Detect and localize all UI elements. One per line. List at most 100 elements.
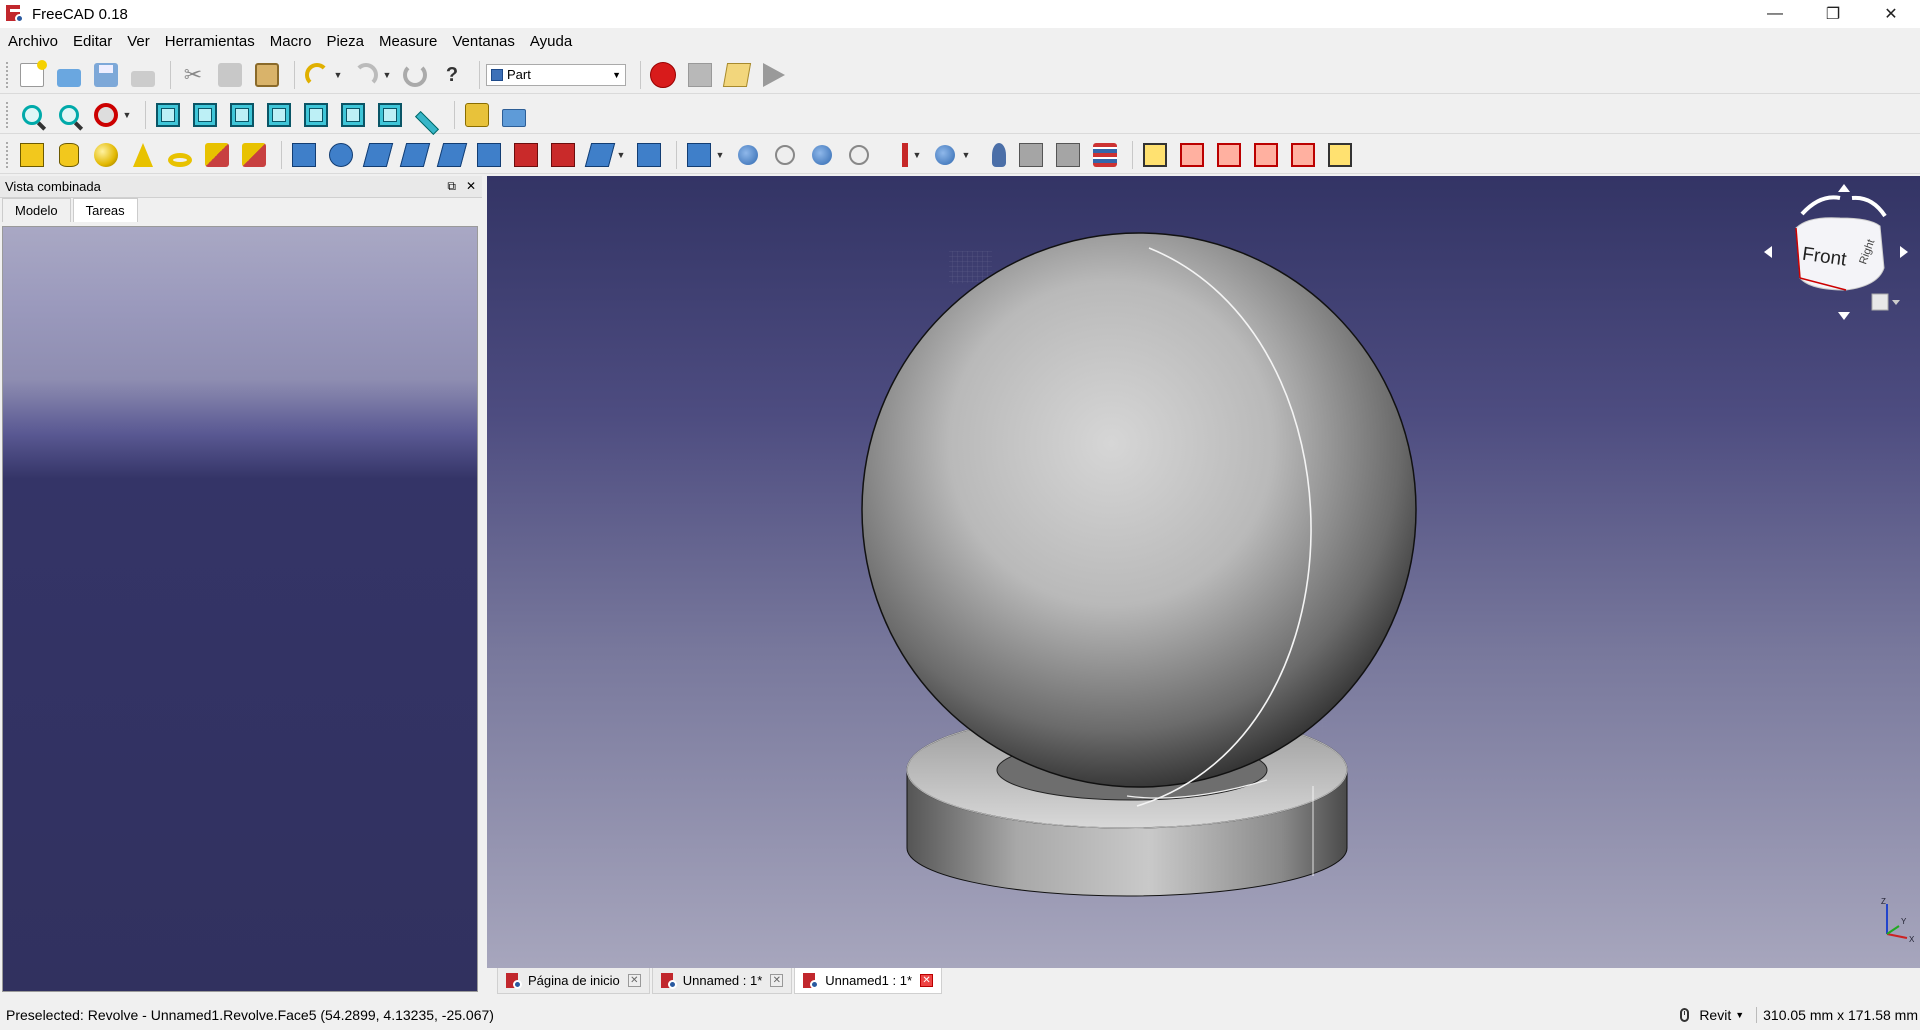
isometric-view-button[interactable] bbox=[152, 99, 184, 131]
macro-stop-button[interactable] bbox=[684, 59, 716, 91]
cut-shape-button[interactable] bbox=[769, 139, 801, 171]
toolbar-grip[interactable] bbox=[6, 101, 10, 128]
fillet-button[interactable] bbox=[399, 139, 431, 171]
undock-icon[interactable]: ⧉ bbox=[447, 179, 456, 194]
tab-unnamed[interactable]: Unnamed : 1* ✕ bbox=[651, 968, 793, 994]
right-view-button[interactable] bbox=[263, 99, 295, 131]
print-button[interactable] bbox=[127, 59, 159, 91]
whats-this-button[interactable]: ? bbox=[436, 59, 468, 91]
measure-angular-button[interactable] bbox=[1176, 139, 1208, 171]
3d-viewport[interactable]: Front Right Z X Y bbox=[487, 176, 1920, 968]
navigation-style-selector[interactable]: Revit ▼ bbox=[1680, 1007, 1744, 1023]
close-tab-icon[interactable]: ✕ bbox=[920, 974, 934, 987]
measure-toggle-all-button[interactable] bbox=[1287, 139, 1319, 171]
menu-ver[interactable]: Ver bbox=[121, 30, 156, 54]
sphere-solid[interactable] bbox=[861, 232, 1417, 788]
cone-button[interactable] bbox=[127, 139, 159, 171]
save-button[interactable] bbox=[90, 59, 122, 91]
menu-measure[interactable]: Measure bbox=[373, 30, 443, 54]
menu-herramientas[interactable]: Herramientas bbox=[159, 30, 261, 54]
measure-toggle-3d-button[interactable] bbox=[1324, 139, 1356, 171]
draw-style-button[interactable] bbox=[90, 99, 122, 131]
top-view-button[interactable] bbox=[226, 99, 258, 131]
redo-dropdown[interactable]: ▼ bbox=[381, 59, 393, 91]
common-button[interactable] bbox=[843, 139, 875, 171]
tab-tareas[interactable]: Tareas bbox=[72, 198, 138, 222]
undo-dropdown[interactable]: ▼ bbox=[332, 59, 344, 91]
menu-macro[interactable]: Macro bbox=[264, 30, 318, 54]
fuse-button[interactable] bbox=[806, 139, 838, 171]
sweep-button[interactable] bbox=[584, 139, 616, 171]
menu-ayuda[interactable]: Ayuda bbox=[524, 30, 578, 54]
join-button[interactable] bbox=[880, 139, 912, 171]
cylinder-button[interactable] bbox=[53, 139, 85, 171]
mouse-icon bbox=[1680, 1008, 1690, 1022]
refresh-button[interactable] bbox=[399, 59, 431, 91]
chamfer-button[interactable] bbox=[436, 139, 468, 171]
tab-unnamed1[interactable]: Unnamed1 : 1* ✕ bbox=[794, 968, 943, 994]
measure-refresh-button[interactable] bbox=[1213, 139, 1245, 171]
front-view-button[interactable] bbox=[189, 99, 221, 131]
macro-execute-button[interactable] bbox=[758, 59, 790, 91]
cross-sections-button[interactable] bbox=[1089, 139, 1121, 171]
make-face-button[interactable] bbox=[473, 139, 505, 171]
copy-button[interactable] bbox=[214, 59, 246, 91]
fit-all-button[interactable] bbox=[16, 99, 48, 131]
macro-edit-button[interactable] bbox=[721, 59, 753, 91]
open-button[interactable] bbox=[53, 59, 85, 91]
toolbar-grip[interactable] bbox=[6, 141, 10, 168]
close-tab-icon[interactable]: ✕ bbox=[627, 974, 641, 987]
tab-start-page[interactable]: Página de inicio ✕ bbox=[497, 968, 650, 994]
primitives-button[interactable] bbox=[238, 139, 270, 171]
restore-button[interactable]: ❐ bbox=[1804, 0, 1862, 28]
mirror-button[interactable] bbox=[362, 139, 394, 171]
measure-clear-button[interactable] bbox=[1250, 139, 1282, 171]
minimize-button[interactable]: — bbox=[1746, 0, 1804, 28]
ruled-surface-button[interactable] bbox=[510, 139, 542, 171]
measure-linear-button[interactable] bbox=[1139, 139, 1171, 171]
check-geometry-button[interactable] bbox=[978, 139, 1010, 171]
close-panel-icon[interactable]: ✕ bbox=[466, 179, 476, 194]
macro-record-button[interactable] bbox=[647, 59, 679, 91]
tab-modelo[interactable]: Modelo bbox=[2, 198, 71, 222]
new-document-button[interactable] bbox=[16, 59, 48, 91]
menu-editar[interactable]: Editar bbox=[67, 30, 118, 54]
sweep-dropdown[interactable]: ▼ bbox=[615, 139, 627, 171]
toolbar-grip[interactable] bbox=[6, 61, 10, 88]
compound-dropdown[interactable]: ▼ bbox=[714, 139, 726, 171]
loft-button[interactable] bbox=[547, 139, 579, 171]
workbench-selector[interactable]: Part ▼ bbox=[486, 63, 626, 86]
offset-button[interactable] bbox=[633, 139, 665, 171]
close-tab-icon[interactable]: ✕ bbox=[770, 974, 784, 987]
fit-selection-button[interactable] bbox=[53, 99, 85, 131]
navigation-cube[interactable]: Front Right bbox=[1760, 182, 1910, 322]
torus-button[interactable] bbox=[164, 139, 196, 171]
menu-ventanas[interactable]: Ventanas bbox=[446, 30, 521, 54]
create-part-button[interactable] bbox=[461, 99, 493, 131]
compound-button[interactable] bbox=[683, 139, 715, 171]
measure-distance-button[interactable] bbox=[411, 99, 443, 135]
join-dropdown[interactable]: ▼ bbox=[911, 139, 923, 171]
cut-button[interactable]: ✂ bbox=[177, 59, 209, 91]
create-group-button[interactable] bbox=[498, 99, 530, 131]
defeaturing-button[interactable] bbox=[1015, 139, 1047, 171]
paste-button[interactable] bbox=[251, 59, 283, 91]
close-button[interactable]: ✕ bbox=[1862, 0, 1920, 28]
menu-archivo[interactable]: Archivo bbox=[2, 30, 64, 54]
extrude-button[interactable] bbox=[288, 139, 320, 171]
boolean-button[interactable] bbox=[732, 139, 764, 171]
projection-button[interactable] bbox=[1052, 139, 1084, 171]
split-button[interactable] bbox=[929, 139, 961, 171]
tube-button[interactable] bbox=[201, 139, 233, 171]
left-view-button[interactable] bbox=[374, 99, 406, 131]
redo-button[interactable] bbox=[350, 59, 382, 91]
box-button[interactable] bbox=[16, 139, 48, 171]
draw-style-dropdown[interactable]: ▼ bbox=[121, 99, 133, 131]
undo-button[interactable] bbox=[301, 59, 333, 91]
revolve-button[interactable] bbox=[325, 139, 357, 171]
split-dropdown[interactable]: ▼ bbox=[960, 139, 972, 171]
sphere-button[interactable] bbox=[90, 139, 122, 171]
menu-pieza[interactable]: Pieza bbox=[320, 30, 370, 54]
bottom-view-button[interactable] bbox=[337, 99, 369, 131]
rear-view-button[interactable] bbox=[300, 99, 332, 131]
